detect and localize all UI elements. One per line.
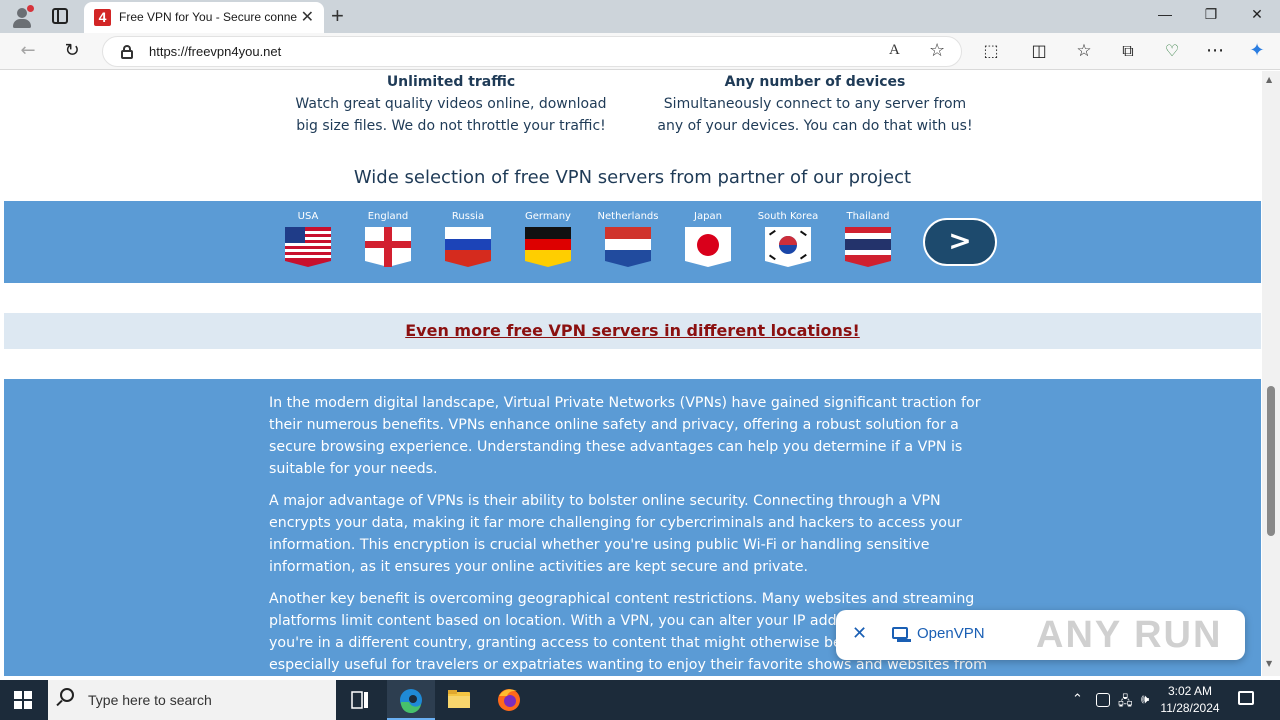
country-name: USA (297, 211, 319, 222)
scroll-up-icon[interactable]: ▲ (1266, 75, 1272, 84)
feature-text-line: Simultaneously connect to any server fro… (663, 96, 967, 112)
country-name: Japan (694, 211, 722, 222)
tray-chevron-icon[interactable]: ⌃ (1072, 692, 1083, 707)
site-favicon-icon: 4 (94, 9, 111, 26)
maximize-icon[interactable]: ❐ (1196, 6, 1226, 26)
tab-actions-icon[interactable] (52, 8, 68, 24)
windows-taskbar: Type here to search ⌃ 🖧 🕪 3:02 AM 11/28/… (0, 680, 1280, 720)
feature-any-devices: Any number of devices Simultaneously con… (645, 71, 985, 137)
notification-center-icon[interactable] (1238, 691, 1254, 705)
more-servers-link[interactable]: Even more free VPN servers in different … (405, 321, 860, 340)
copilot-icon[interactable]: ✦ (1246, 40, 1268, 62)
split-screen-icon[interactable]: ◫ (1028, 40, 1050, 62)
taskbar-clock[interactable]: 3:02 AM 11/28/2024 (1160, 683, 1220, 717)
feature-unlimited-traffic: Unlimited traffic Watch great quality vi… (281, 71, 621, 137)
popup-close-icon[interactable]: ✕ (852, 623, 867, 644)
thailand-flag-icon (845, 227, 891, 267)
server-link-south-korea[interactable]: South Korea (753, 207, 823, 271)
favorites-icon[interactable]: ☆ (1073, 40, 1095, 62)
address-bar[interactable]: https://freevpn4you.net A ☆ (102, 36, 962, 67)
file-explorer-icon[interactable] (435, 680, 483, 720)
more-menu-icon[interactable]: ⋯ (1204, 40, 1226, 62)
server-link-russia[interactable]: Russia (433, 207, 503, 271)
page-viewport: Unlimited traffic Watch great quality vi… (4, 71, 1261, 676)
volume-icon[interactable]: 🕪 (1141, 692, 1149, 707)
openvpn-popup: ANY RUN ✕ OpenVPN (836, 610, 1245, 660)
feature-text-line: any of your devices. You can do that wit… (657, 118, 973, 134)
feature-title: Any number of devices (724, 74, 906, 90)
firefox-icon[interactable] (485, 680, 533, 720)
edge-taskbar-icon[interactable] (387, 680, 435, 720)
tab-title: Free VPN for You - Secure connection (119, 10, 297, 24)
country-name: Russia (451, 211, 485, 222)
russia-flag-icon (445, 227, 491, 267)
country-name: Thailand (846, 211, 890, 222)
new-tab-icon[interactable]: + (331, 3, 344, 29)
profile-avatar-icon[interactable] (10, 5, 34, 29)
server-link-thailand[interactable]: Thailand (833, 207, 903, 271)
england-flag-icon (365, 227, 411, 267)
page-scrollbar[interactable]: ▲ ▼ (1262, 71, 1280, 676)
server-link-netherlands[interactable]: Netherlands (593, 207, 663, 271)
feature-title: Unlimited traffic (386, 74, 516, 90)
favorite-star-icon[interactable]: ☆ (929, 40, 945, 61)
server-link-japan[interactable]: Japan (673, 207, 743, 271)
japan-flag-icon (685, 227, 731, 267)
extensions-icon[interactable]: ⬚ (980, 40, 1002, 62)
browser-toolbar: ← ↻ https://freevpn4you.net A ☆ ⬚ ◫ ☆ ⧉ … (0, 33, 1280, 70)
title-bar: 4 Free VPN for You - Secure connection ✕… (0, 0, 1280, 33)
refresh-icon[interactable]: ↻ (61, 40, 83, 62)
browser-tab-active[interactable]: 4 Free VPN for You - Secure connection ✕ (84, 2, 324, 33)
window-close-icon[interactable]: ✕ (1242, 6, 1272, 26)
anyrun-watermark: ANY RUN (1036, 614, 1223, 656)
server-flags-band: USA England Russia Germany Netherlands J… (4, 201, 1261, 283)
back-icon[interactable]: ← (17, 40, 39, 62)
country-name: Netherlands (597, 211, 659, 222)
tab-close-icon[interactable]: ✕ (301, 7, 314, 26)
taskbar-search-placeholder: Type here to search (88, 692, 212, 708)
collections-icon[interactable]: ⧉ (1117, 40, 1139, 62)
servers-heading: Wide selection of free VPN servers from … (353, 167, 912, 188)
country-name: England (367, 211, 409, 222)
open-app-icon (892, 627, 911, 642)
server-link-usa[interactable]: USA (273, 207, 343, 271)
minimize-icon[interactable]: — (1150, 6, 1180, 26)
article-paragraph: A major advantage of VPNs is their abili… (269, 493, 962, 575)
scroll-thumb[interactable] (1267, 386, 1275, 536)
windows-start-icon[interactable] (14, 691, 32, 709)
tray-app-icon[interactable] (1096, 693, 1110, 707)
network-icon[interactable]: 🖧 (1118, 692, 1133, 714)
server-link-england[interactable]: England (353, 207, 423, 271)
clock-date: 11/28/2024 (1160, 701, 1220, 715)
south-korea-flag-icon (765, 227, 811, 267)
clock-time: 3:02 AM (1167, 684, 1213, 698)
germany-flag-icon (525, 227, 571, 267)
article-paragraph: In the modern digital landscape, Virtual… (269, 395, 981, 477)
openvpn-open-button[interactable]: OpenVPN (917, 625, 985, 642)
country-name: South Korea (757, 211, 819, 222)
task-view-icon[interactable] (336, 680, 384, 720)
performance-icon[interactable]: ♡ (1161, 40, 1183, 62)
more-servers-band: Even more free VPN servers in different … (4, 313, 1261, 349)
feature-text-line: big size files. We do not throttle your … (296, 118, 606, 134)
taskbar-search-box[interactable]: Type here to search (48, 680, 336, 720)
lock-icon[interactable] (121, 45, 133, 59)
url-text[interactable]: https://freevpn4you.net (149, 44, 281, 59)
read-aloud-icon[interactable]: A (889, 42, 900, 59)
server-link-germany[interactable]: Germany (513, 207, 583, 271)
scroll-down-icon[interactable]: ▼ (1266, 659, 1272, 668)
netherlands-flag-icon (605, 227, 651, 267)
usa-flag-icon (285, 227, 331, 267)
search-icon (60, 688, 74, 702)
country-name: Germany (525, 211, 571, 222)
next-servers-button[interactable]: > (923, 218, 997, 266)
feature-text-line: Watch great quality videos online, downl… (295, 96, 607, 112)
